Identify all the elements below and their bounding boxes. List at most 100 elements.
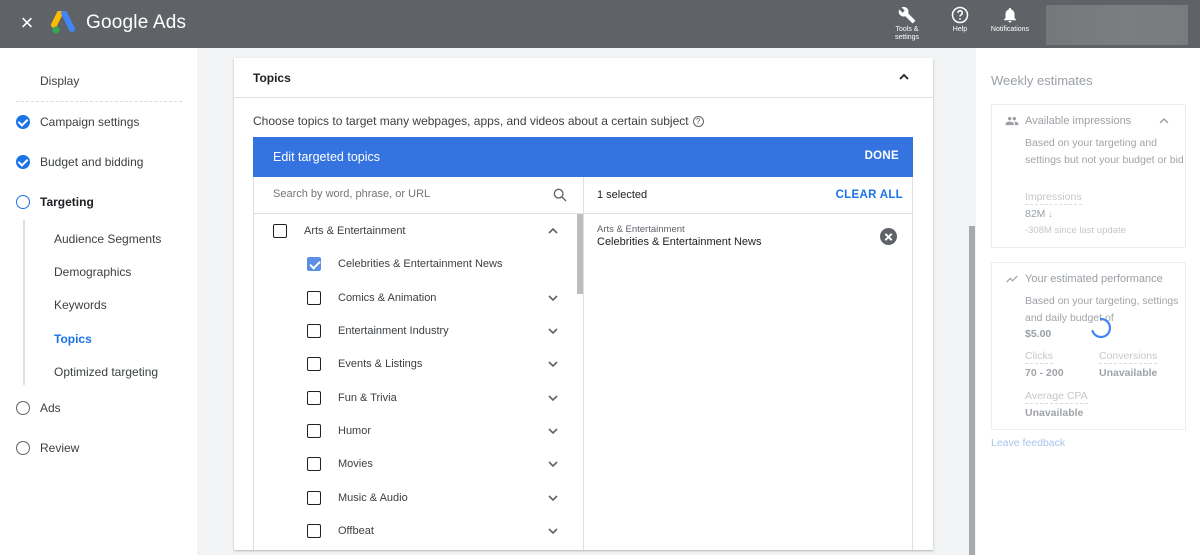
top-app-bar: × Google Ads Tools & settings Help Notifi…	[0, 0, 1200, 48]
impressions-card-header: Available impressions	[1005, 114, 1131, 128]
checkbox[interactable]	[307, 324, 321, 338]
impressions-metric-value: 82M ↓	[1025, 208, 1053, 220]
check-circle-icon	[16, 155, 30, 169]
topic-label: Humor	[338, 425, 372, 437]
topic-list-scrollbar-thumb[interactable]	[577, 214, 583, 294]
selected-header: 1 selected CLEAR ALL	[584, 177, 913, 214]
conversions-value: Unavailable	[1099, 367, 1158, 379]
editor-title: Edit targeted topics	[273, 150, 381, 164]
chevron-down-icon[interactable]	[547, 425, 559, 437]
trending-icon	[1006, 275, 1018, 283]
topic-label: Arts & Entertainment	[304, 225, 406, 237]
nav-step-label: Targeting	[40, 195, 94, 209]
account-switcher[interactable]	[1046, 5, 1188, 45]
section-title: Topics	[253, 71, 291, 85]
checkbox-checked[interactable]	[307, 257, 321, 271]
checkbox[interactable]	[273, 224, 287, 238]
checkbox[interactable]	[307, 524, 321, 538]
help-icon	[951, 6, 969, 24]
chevron-down-icon[interactable]	[547, 325, 559, 337]
chevron-down-icon[interactable]	[547, 392, 559, 404]
chevron-down-icon[interactable]	[547, 292, 559, 304]
subnav-optimized-targeting[interactable]: Optimized targeting	[54, 365, 158, 379]
chevron-down-icon[interactable]	[547, 458, 559, 470]
divider	[16, 101, 182, 102]
topics-card-header[interactable]: Topics	[234, 58, 933, 98]
topic-row-movies[interactable]: Movies	[307, 454, 373, 474]
page-scrollbar[interactable]	[969, 226, 975, 555]
topic-search-input[interactable]	[273, 188, 543, 200]
daily-budget: $5.00	[1025, 328, 1052, 340]
nav-step-budget-bidding[interactable]: Budget and bidding	[16, 152, 143, 172]
average-cpa-label[interactable]: Average CPA	[1025, 390, 1088, 404]
empty-circle-icon	[16, 401, 30, 415]
checkbox[interactable]	[307, 491, 321, 505]
empty-circle-icon	[16, 441, 30, 455]
subnav-topics[interactable]: Topics	[54, 332, 92, 346]
checkbox[interactable]	[307, 291, 321, 305]
subnav-keywords[interactable]: Keywords	[54, 298, 107, 312]
chevron-up-icon[interactable]	[897, 70, 911, 84]
tools-settings-button[interactable]: Tools & settings	[877, 6, 937, 42]
tools-settings-label: Tools & settings	[894, 26, 920, 41]
nav-step-targeting[interactable]: Targeting	[16, 192, 94, 212]
campaign-steps-nav: Display Campaign settings Budget and bid…	[0, 48, 197, 555]
selected-count: 1 selected	[597, 189, 648, 201]
done-button[interactable]: DONE	[865, 150, 899, 162]
notifications-label: Notifications	[990, 26, 1030, 33]
chevron-down-icon[interactable]	[547, 358, 559, 370]
nav-step-campaign-settings[interactable]: Campaign settings	[16, 112, 139, 132]
checkbox[interactable]	[307, 457, 321, 471]
help-icon[interactable]: ?	[692, 116, 704, 127]
leave-feedback-link[interactable]: Leave feedback	[991, 437, 1065, 449]
topic-row-entertainment-industry[interactable]: Entertainment Industry	[307, 321, 449, 341]
app-title: Google Ads	[86, 12, 187, 33]
search-row	[254, 177, 583, 214]
performance-card-title: Your estimated performance	[1025, 273, 1163, 285]
topic-row-fun-trivia[interactable]: Fun & Trivia	[307, 388, 397, 408]
chevron-down-icon[interactable]	[547, 525, 559, 537]
nav-step-ads[interactable]: Ads	[16, 398, 61, 418]
topic-label: Offbeat	[338, 525, 374, 537]
search-icon[interactable]	[552, 187, 568, 203]
nav-step-review[interactable]: Review	[16, 438, 79, 458]
weekly-estimates-panel: Weekly estimates Available impressions B…	[976, 48, 1200, 555]
topic-row-events-listings[interactable]: Events & Listings	[307, 354, 422, 374]
topic-row-humor[interactable]: Humor	[307, 421, 371, 441]
topic-row-comics[interactable]: Comics & Animation	[307, 288, 436, 308]
notifications-button[interactable]: Notifications	[980, 6, 1040, 34]
chevron-down-icon[interactable]	[547, 492, 559, 504]
clear-all-button[interactable]: CLEAR ALL	[836, 189, 903, 201]
close-icon[interactable]: ×	[17, 12, 37, 34]
chevron-up-icon[interactable]	[547, 225, 559, 237]
trend-down-icon: ↓	[1048, 210, 1053, 219]
chevron-up-icon[interactable]	[1158, 115, 1170, 127]
topics-editor: Edit targeted topics DONE Arts & Enterta…	[253, 137, 913, 550]
topic-label: Fun & Trivia	[338, 392, 397, 404]
topic-label: Events & Listings	[338, 358, 423, 370]
topic-list: Arts & Entertainment Celebrities & Enter…	[254, 214, 583, 550]
selected-topics-pane: 1 selected CLEAR ALL Arts & Entertainmen…	[584, 177, 913, 550]
checkbox[interactable]	[307, 391, 321, 405]
topic-row-offbeat[interactable]: Offbeat	[307, 521, 374, 541]
checkbox[interactable]	[307, 357, 321, 371]
current-step-circle-icon	[16, 195, 30, 209]
remove-topic-icon[interactable]	[880, 228, 897, 245]
performance-card-header: Your estimated performance	[1005, 272, 1163, 286]
average-cpa-value: Unavailable	[1025, 407, 1084, 419]
topics-card: Topics Choose topics to target many webp…	[234, 58, 933, 550]
clicks-label[interactable]: Clicks	[1025, 350, 1053, 364]
topic-row-arts-entertainment[interactable]: Arts & Entertainment	[273, 221, 406, 241]
subnav-demographics[interactable]: Demographics	[54, 265, 131, 279]
topic-row-celebrities[interactable]: Celebrities & Entertainment News	[307, 254, 502, 274]
topic-label: Entertainment Industry	[338, 325, 449, 337]
topic-row-music-audio[interactable]: Music & Audio	[307, 488, 408, 508]
nav-step-label: Review	[40, 441, 80, 455]
people-icon	[1005, 116, 1019, 126]
topic-label: Celebrities & Entertainment News	[338, 258, 503, 270]
subnav-audience-segments[interactable]: Audience Segments	[54, 232, 161, 246]
checkbox[interactable]	[307, 424, 321, 438]
conversions-label[interactable]: Conversions	[1099, 350, 1158, 364]
impressions-metric-label[interactable]: Impressions	[1025, 191, 1082, 205]
estimates-title: Weekly estimates	[991, 73, 1093, 88]
